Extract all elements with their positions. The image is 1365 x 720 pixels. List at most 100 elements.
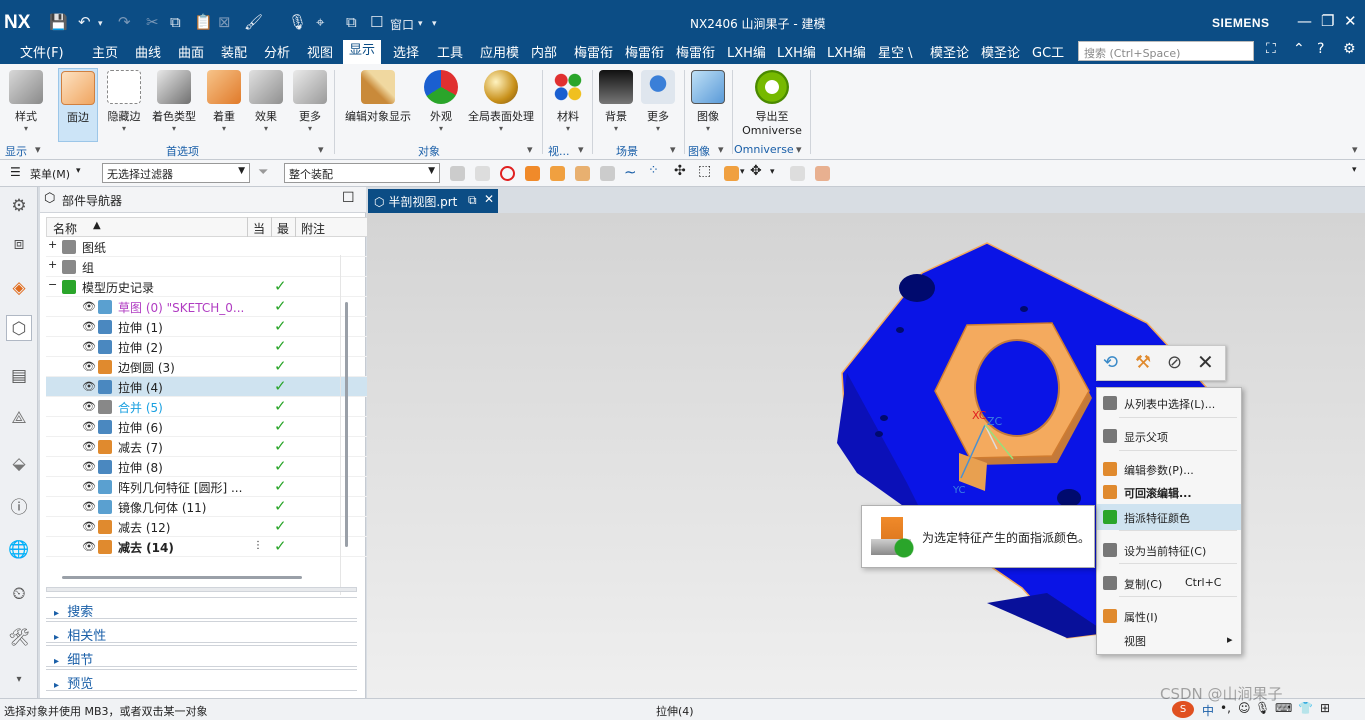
visibility-eye-icon[interactable]: 👁	[82, 320, 96, 333]
tools-icon[interactable]: 🛠	[6, 625, 32, 651]
section-preview[interactable]: ▸ 预览	[46, 669, 357, 692]
tree-row[interactable]: 👁 拉伸 (1) ✓	[46, 317, 380, 337]
tree-row[interactable]: + 图纸	[46, 237, 380, 257]
group-dropdown-icon[interactable]: ▾	[578, 143, 584, 156]
part-navigator-icon[interactable]: ⬡	[6, 315, 32, 341]
history-clock-icon[interactable]: ⏲	[6, 581, 32, 607]
tree-toggle[interactable]: −	[48, 278, 57, 291]
tab-internal[interactable]: 内部	[531, 42, 557, 61]
column-comment[interactable]: 附注	[301, 220, 325, 237]
group-object[interactable]: 对象	[418, 143, 440, 159]
panel-splitter[interactable]	[46, 587, 357, 592]
tree-row[interactable]: − 模型历史记录 ✓	[46, 277, 380, 297]
collapse-ribbon-icon[interactable]: ⌃	[1293, 41, 1305, 57]
search-icon[interactable]: ⌕	[1238, 41, 1245, 56]
column-latest[interactable]: 最	[277, 220, 289, 237]
visibility-eye-icon[interactable]: 👁	[82, 300, 96, 313]
visibility-eye-icon[interactable]: 👁	[82, 420, 96, 433]
visibility-eye-icon[interactable]: 👁	[82, 500, 96, 513]
column-current[interactable]: 当	[253, 220, 265, 237]
shading-type-button[interactable]: 着色类型 ▾	[150, 68, 198, 133]
tab-lxh-3[interactable]: LXH编	[827, 42, 866, 61]
main-menu-dropdown-icon[interactable]: ▾	[76, 166, 81, 176]
tab-home[interactable]: 主页	[92, 42, 118, 61]
keyboard-icon[interactable]: ⌨	[1275, 701, 1292, 715]
tab-surface[interactable]: 曲面	[178, 42, 204, 61]
tree-row[interactable]: 👁 合并 (5) ✓	[46, 397, 380, 417]
close-icon[interactable]: ✕	[1344, 12, 1357, 30]
visibility-eye-icon[interactable]: 👁	[82, 460, 96, 473]
selbar-options-icon[interactable]: ▾	[1352, 165, 1357, 175]
group-dropdown-icon[interactable]: ▾	[796, 143, 802, 156]
edit-object-display-button[interactable]: 编辑对象显示	[340, 68, 416, 124]
redo-icon[interactable]: ↷	[118, 13, 131, 31]
filter-funnel-icon[interactable]: ⏷	[258, 165, 268, 180]
select-sheet-icon[interactable]	[600, 166, 615, 181]
column-name[interactable]: 名称	[53, 220, 77, 237]
background-button[interactable]: 背景 ▾	[596, 68, 636, 133]
snap-cursor-icon[interactable]: ✣	[674, 163, 686, 179]
sort-ascending-icon[interactable]: ▲	[93, 220, 101, 231]
group-omniverse[interactable]: Omniverse	[734, 143, 794, 156]
hd3d-icon[interactable]: ⟁	[6, 405, 32, 431]
section-search[interactable]: ▸ 搜索	[46, 597, 357, 620]
command-search-input[interactable]: 搜索 (Ctrl+Space)	[1078, 41, 1254, 61]
group-scene[interactable]: 场景	[616, 143, 638, 159]
undo-icon[interactable]: ↶	[78, 13, 91, 31]
cut-icon[interactable]: ✂	[146, 13, 159, 31]
scene-more-button[interactable]: 更多 ▾	[638, 68, 678, 133]
component-select-icon[interactable]	[724, 166, 739, 181]
type-filter-select[interactable]: 无选择过滤器 ▼	[102, 163, 250, 183]
tree-row[interactable]: 👁 减去 (14) ⋮ ✓	[46, 537, 380, 557]
group-display[interactable]: 显示	[5, 143, 27, 159]
tree-row[interactable]: 👁 草图 (0) "SKETCH_0... ✓	[46, 297, 380, 317]
group-dropdown-icon[interactable]: ▾	[35, 143, 41, 156]
punctuation-icon[interactable]: •,	[1220, 701, 1231, 715]
visibility-eye-icon[interactable]: 👁	[82, 400, 96, 413]
group-dropdown-icon[interactable]: ▾	[670, 143, 676, 156]
visibility-eye-icon[interactable]: 👁	[82, 440, 96, 453]
tree-row[interactable]: 👁 阵列几何特征 [圆形] ... ✓	[46, 477, 380, 497]
resource-bar-dropdown-icon[interactable]: ▾	[6, 667, 32, 693]
fullscreen-icon[interactable]: ⛶	[1266, 41, 1276, 57]
select-solid-icon[interactable]	[575, 166, 590, 181]
visibility-eye-icon[interactable]: 👁	[82, 480, 96, 493]
minimize-icon[interactable]: —	[1297, 12, 1312, 30]
constraint-navigator-icon[interactable]: ◈	[6, 275, 32, 301]
global-surface-button[interactable]: 全局表面处理 ▾	[464, 68, 538, 133]
context-menu-item[interactable]: 设为当前特征(C)	[1097, 537, 1241, 563]
paste-icon[interactable]: 📋	[194, 13, 213, 31]
section-dependencies[interactable]: ▸ 相关性	[46, 621, 357, 644]
tab-lxh-2[interactable]: LXH编	[777, 42, 816, 61]
display-more-button[interactable]: 更多 ▾	[290, 68, 330, 133]
ime-logo-icon[interactable]: S	[1172, 701, 1194, 718]
appearance-button[interactable]: 外观 ▾	[420, 68, 462, 133]
deselect-all-icon[interactable]	[500, 166, 515, 181]
context-menu-item[interactable]: 属性(I)	[1097, 603, 1241, 629]
tab-plugin-3[interactable]: 梅雷衔	[676, 42, 715, 61]
tab-analysis[interactable]: 分析	[264, 42, 290, 61]
chevron-down-icon[interactable]: ▾	[740, 167, 745, 177]
edit-parameters-icon[interactable]: ⚒	[1135, 352, 1151, 373]
window-switch-icon[interactable]: ⧉	[346, 13, 357, 31]
style-button[interactable]: 样式 ▾	[4, 68, 48, 133]
tab-application[interactable]: 应用模	[480, 42, 519, 61]
suppress-hide-icon[interactable]: ⊘	[1167, 352, 1182, 373]
context-menu-item[interactable]: 显示父项	[1097, 423, 1241, 449]
section-details[interactable]: ▸ 细节	[46, 645, 357, 668]
ime-menu-icon[interactable]: ⊞	[1320, 701, 1330, 715]
restore-icon[interactable]: ❐	[1321, 12, 1334, 30]
tree-row[interactable]: 👁 拉伸 (2) ✓	[46, 337, 380, 357]
tree-toggle[interactable]: +	[48, 238, 57, 251]
ime-mode[interactable]: 中	[1202, 702, 1214, 719]
undo-dropdown-icon[interactable]: ▾	[98, 19, 103, 29]
tab-mosheng-2[interactable]: 模圣论	[981, 42, 1020, 61]
vertical-scrollbar[interactable]	[345, 302, 348, 547]
process-studio-icon[interactable]: ⬙	[6, 451, 32, 477]
box-select-icon[interactable]: ⬚	[698, 163, 711, 179]
ribbon-options-icon[interactable]: ▾	[1352, 143, 1358, 156]
group-view[interactable]: 视...	[548, 143, 570, 159]
assembly-navigator-icon[interactable]: ⧈	[6, 231, 32, 257]
file-menu[interactable]: 文件(F)	[20, 42, 64, 61]
copy-icon[interactable]: ⧉	[170, 13, 181, 31]
